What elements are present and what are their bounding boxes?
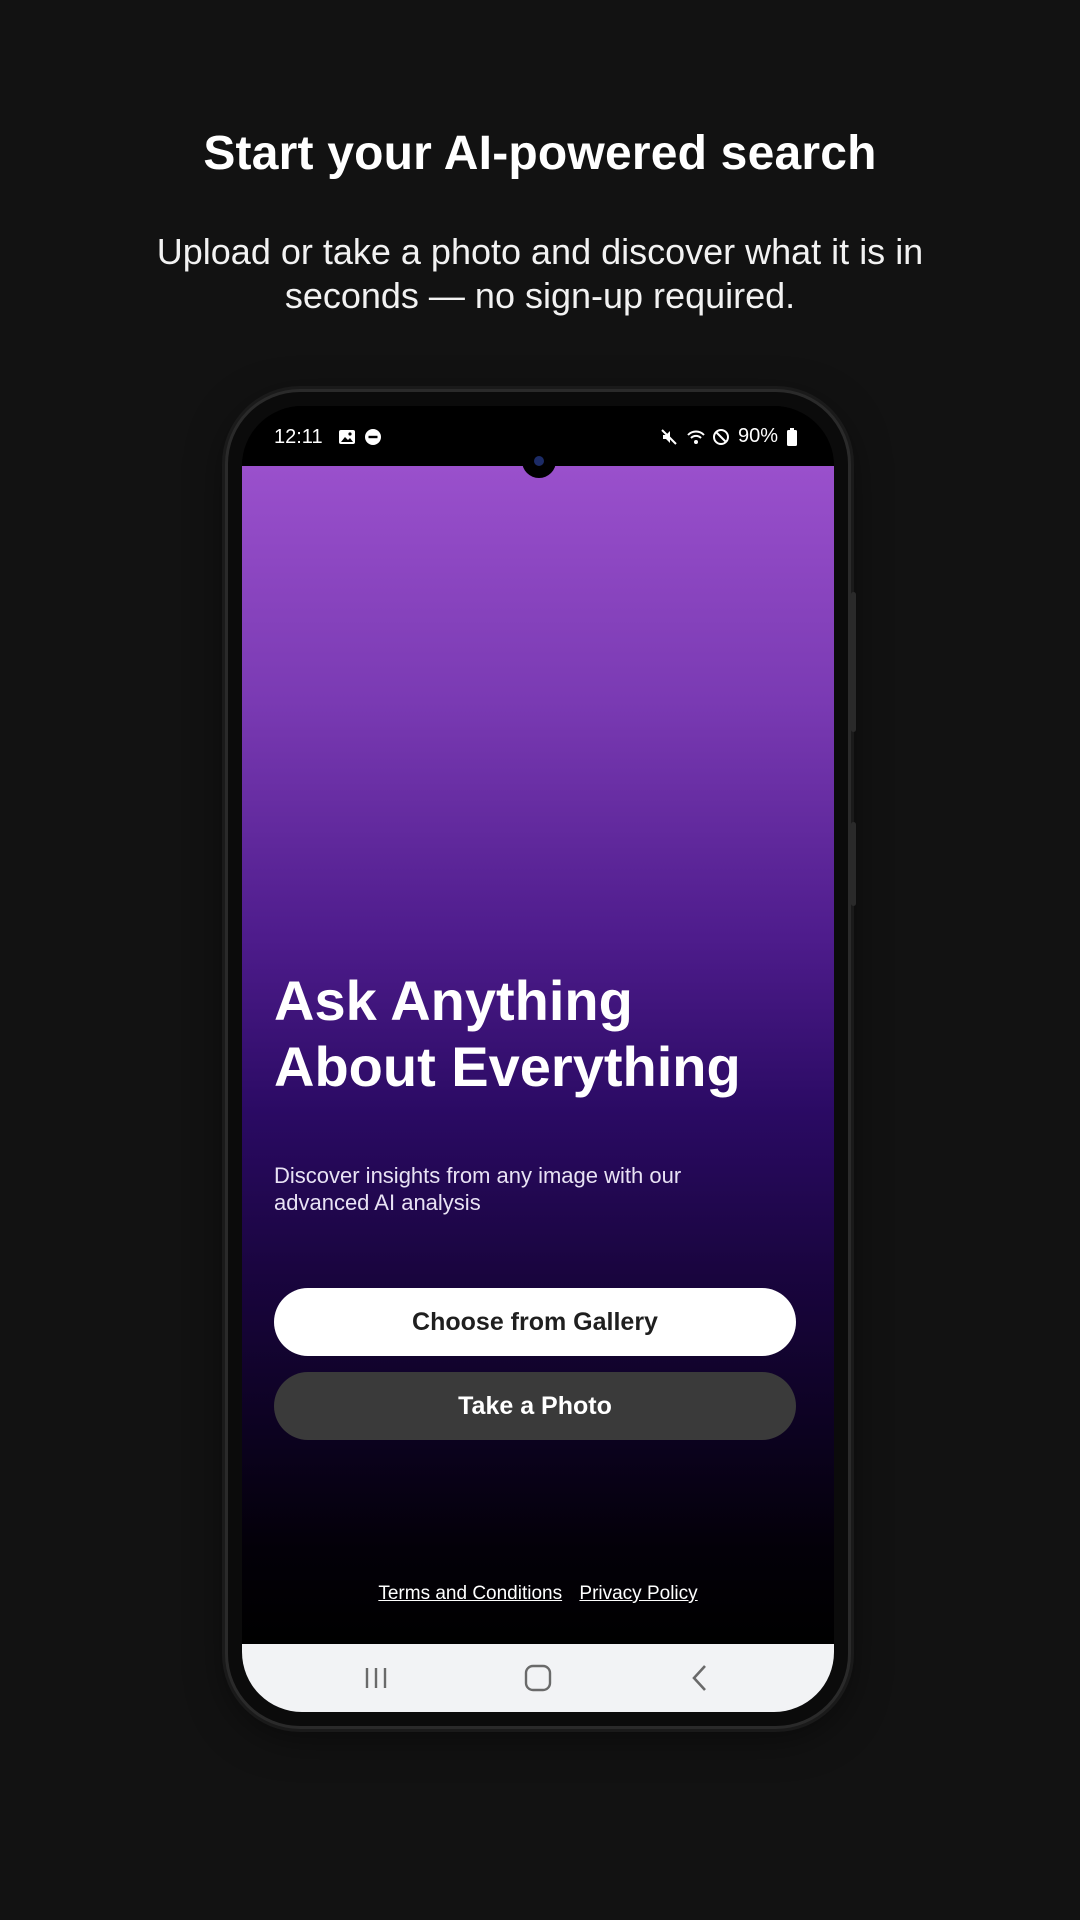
blocked-icon [712, 428, 730, 446]
page-headline: Start your AI-powered search [203, 127, 877, 180]
page-subheadline: Upload or take a photo and discover what… [156, 231, 924, 316]
mute-icon [660, 428, 678, 446]
legal-links: Terms and Conditions Privacy Policy [242, 1583, 834, 1605]
image-icon [338, 428, 356, 446]
phone-screen: 12:11 90% Ask Anything About Everything … [242, 406, 834, 1712]
status-time: 12:11 [274, 426, 323, 448]
status-left-icons [338, 428, 382, 446]
dnd-icon [364, 428, 382, 446]
navigation-bar [242, 1644, 834, 1712]
camera-lens [534, 456, 544, 466]
back-icon[interactable] [670, 1658, 730, 1698]
app-title: Ask Anything About Everything [274, 968, 794, 1100]
promo-page: Start your AI-powered search Upload or t… [0, 0, 1080, 1920]
wifi-icon [686, 428, 705, 446]
recent-apps-icon[interactable] [346, 1658, 406, 1698]
app-description: Discover insights from any image with ou… [274, 1163, 682, 1215]
terms-link[interactable]: Terms and Conditions [378, 1583, 562, 1604]
privacy-link[interactable]: Privacy Policy [579, 1583, 697, 1604]
status-right-icons: 90% [660, 425, 804, 448]
volume-button [851, 592, 856, 732]
power-button [851, 822, 856, 906]
app-screen: Ask Anything About Everything Discover i… [242, 466, 834, 1644]
battery-percent: 90% [737, 425, 778, 447]
choose-from-gallery-button[interactable]: Choose from Gallery [274, 1288, 796, 1356]
app-title-line1: Ask Anything [274, 969, 633, 1032]
app-title-line2: About Everything [274, 1035, 741, 1098]
front-camera [522, 444, 556, 478]
battery-icon [786, 427, 804, 446]
phone-frame: 12:11 90% Ask Anything About Everything … [228, 392, 856, 1726]
take-photo-button[interactable]: Take a Photo [274, 1372, 796, 1440]
home-icon[interactable] [508, 1658, 568, 1698]
